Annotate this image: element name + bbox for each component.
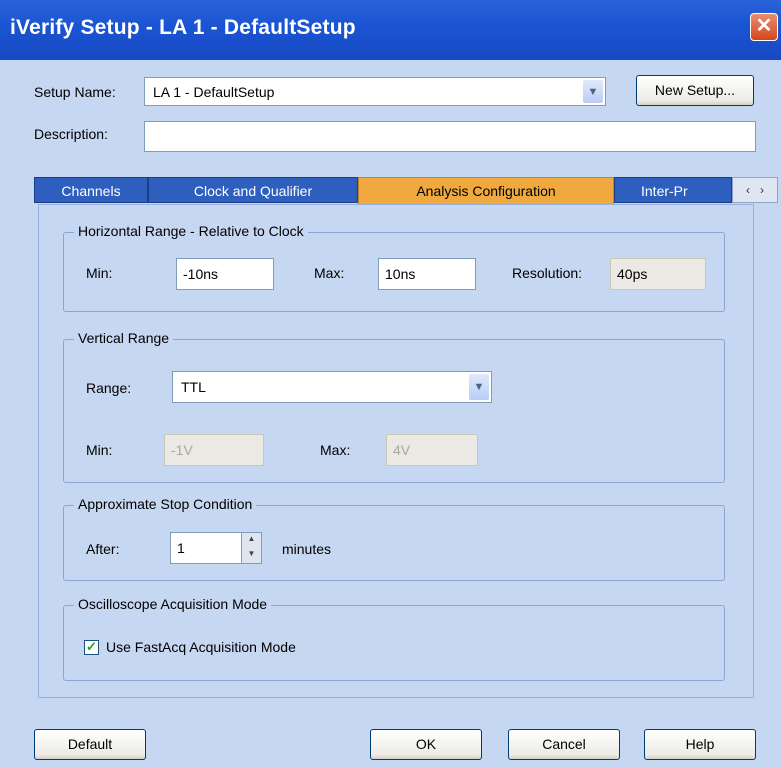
close-button[interactable]: ✕ [750, 13, 778, 41]
help-button[interactable]: Help [644, 729, 756, 760]
iverify-setup-dialog: iVerify Setup - LA 1 - DefaultSetup ✕ Se… [0, 0, 781, 767]
description-field[interactable] [144, 121, 756, 152]
stop-condition-title: Approximate Stop Condition [74, 496, 257, 512]
after-value: 1 [177, 540, 185, 556]
spin-down-icon[interactable]: ▼ [242, 548, 261, 563]
horizontal-range-title: Horizontal Range - Relative to Clock [74, 223, 308, 239]
minutes-label: minutes [282, 541, 332, 557]
after-stepper[interactable]: 1 ▲ ▼ [170, 532, 262, 564]
tab-strip: Channels Clock and Qualifier Analysis Co… [34, 177, 778, 205]
tab-scroll-buttons: ‹ › [732, 177, 778, 203]
close-icon: ✕ [755, 15, 773, 37]
tab-analysis-configuration[interactable]: Analysis Configuration [358, 177, 614, 205]
spin-up-icon[interactable]: ▲ [242, 533, 261, 548]
analysis-configuration-panel: Horizontal Range - Relative to Clock Min… [38, 204, 754, 698]
tab-inter-pr[interactable]: Inter-Pr [614, 177, 732, 203]
vertical-max-label: Max: [320, 442, 351, 458]
fastacq-checkbox[interactable]: ✓ [84, 640, 99, 655]
chevron-right-icon[interactable]: › [760, 183, 764, 197]
vertical-min-field: -1V [164, 434, 264, 466]
setup-name-select[interactable]: LA 1 - DefaultSetup ▼ [144, 77, 606, 106]
chevron-down-icon[interactable]: ▼ [469, 374, 489, 400]
tab-channels[interactable]: Channels [34, 177, 148, 203]
title-bar[interactable]: iVerify Setup - LA 1 - DefaultSetup ✕ [0, 0, 781, 60]
acquisition-mode-group: Oscilloscope Acquisition Mode ✓ Use Fast… [63, 596, 725, 681]
horizontal-max-label: Max: [314, 265, 345, 281]
cancel-button[interactable]: Cancel [508, 729, 620, 760]
checkmark-icon: ✓ [86, 639, 97, 654]
fastacq-label[interactable]: Use FastAcq Acquisition Mode [106, 639, 296, 655]
horizontal-min-label: Min: [86, 265, 113, 281]
description-label: Description: [34, 126, 108, 142]
stop-condition-group: Approximate Stop Condition After: 1 ▲ ▼ m… [63, 496, 725, 581]
chevron-down-icon[interactable]: ▼ [583, 80, 603, 103]
chevron-left-icon[interactable]: ‹ [746, 183, 750, 197]
default-button[interactable]: Default [34, 729, 146, 760]
horizontal-min-field[interactable]: -10ns [176, 258, 274, 290]
setup-name-label: Setup Name: [34, 84, 116, 100]
window-title: iVerify Setup - LA 1 - DefaultSetup [10, 16, 356, 39]
resolution-label: Resolution: [512, 265, 583, 281]
range-select[interactable]: TTL ▼ [172, 371, 492, 403]
acquisition-mode-title: Oscilloscope Acquisition Mode [74, 596, 272, 612]
vertical-min-label: Min: [86, 442, 113, 458]
ok-button[interactable]: OK [370, 729, 482, 760]
horizontal-range-group: Horizontal Range - Relative to Clock Min… [63, 223, 725, 312]
resolution-field: 40ps [610, 258, 706, 290]
vertical-range-group: Vertical Range Range: TTL ▼ Min: -1V Max… [63, 330, 725, 483]
tab-clock-and-qualifier[interactable]: Clock and Qualifier [148, 177, 358, 203]
vertical-range-title: Vertical Range [74, 330, 174, 346]
new-setup-button[interactable]: New Setup... [636, 75, 754, 106]
range-value: TTL [181, 379, 206, 395]
after-label: After: [86, 541, 120, 557]
setup-name-value: LA 1 - DefaultSetup [153, 83, 275, 100]
stepper-buttons[interactable]: ▲ ▼ [241, 533, 261, 563]
range-label: Range: [86, 380, 132, 396]
vertical-max-field: 4V [386, 434, 478, 466]
dialog-body: Setup Name: LA 1 - DefaultSetup ▼ New Se… [0, 60, 781, 767]
horizontal-max-field[interactable]: 10ns [378, 258, 476, 290]
